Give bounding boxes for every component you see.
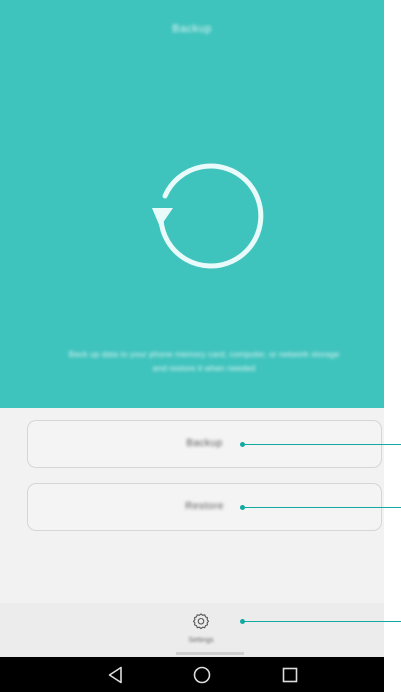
hero-section: Backup Back up data to your phone memory…: [0, 0, 384, 408]
settings-tab-label[interactable]: Settings: [171, 637, 231, 644]
back-triangle-icon[interactable]: [106, 665, 126, 685]
hero-description: Back up data to your phone memory card, …: [44, 347, 364, 375]
restore-button-label: Restore: [185, 501, 224, 512]
callout-line: [244, 444, 401, 445]
callout-line: [244, 507, 401, 508]
description-line: and restore it when needed: [152, 363, 256, 373]
refresh-icon: [152, 163, 264, 269]
callout-line: [244, 621, 401, 622]
recents-square-icon[interactable]: [280, 665, 300, 685]
gear-icon[interactable]: [191, 611, 211, 631]
tab-indicator: [176, 652, 244, 655]
home-circle-icon[interactable]: [192, 665, 212, 685]
backup-button-label: Backup: [186, 438, 223, 449]
page-title: Backup: [172, 23, 212, 35]
phone-screen: Backup Back up data to your phone memory…: [0, 0, 384, 692]
description-line: Back up data to your phone memory card, …: [68, 349, 340, 359]
